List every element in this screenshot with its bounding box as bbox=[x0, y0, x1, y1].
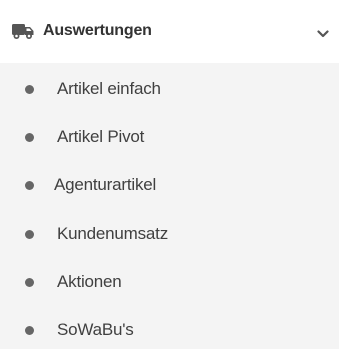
submenu-item-label: SoWaBu's bbox=[57, 320, 134, 339]
submenu-item-label: Kundenumsatz bbox=[57, 224, 169, 243]
submenu-item-artikel-einfach[interactable]: Artikel einfach bbox=[0, 66, 339, 106]
submenu-item-sowabus[interactable]: SoWaBu's bbox=[0, 307, 339, 347]
menu-header-auswertungen[interactable]: Auswertungen bbox=[0, 0, 339, 63]
bullet-icon bbox=[25, 181, 34, 190]
bullet-icon bbox=[25, 278, 34, 287]
submenu-item-label: Artikel einfach bbox=[57, 79, 161, 98]
submenu-item-label: Artikel Pivot bbox=[57, 127, 145, 146]
submenu-item-label: Aktionen bbox=[57, 272, 122, 291]
menu-header-label: Auswertungen bbox=[43, 22, 152, 39]
bullet-icon bbox=[25, 230, 34, 239]
bullet-icon bbox=[25, 133, 34, 142]
chevron-down-icon[interactable] bbox=[317, 26, 329, 38]
bullet-icon bbox=[25, 85, 34, 94]
sidebar-menu: Auswertungen Artikel einfach Artikel Piv… bbox=[0, 0, 339, 349]
truck-icon bbox=[11, 21, 35, 41]
submenu-item-aktionen[interactable]: Aktionen bbox=[0, 259, 339, 299]
submenu-item-kundenumsatz[interactable]: Kundenumsatz bbox=[0, 211, 339, 251]
bullet-icon bbox=[25, 326, 34, 335]
submenu-item-label: Agenturartikel bbox=[54, 175, 157, 194]
submenu-list: Artikel einfach Artikel Pivot Agenturart… bbox=[0, 63, 339, 349]
submenu-item-agenturartikel[interactable]: Agenturartikel bbox=[0, 162, 339, 202]
submenu-item-artikel-pivot[interactable]: Artikel Pivot bbox=[0, 114, 339, 154]
